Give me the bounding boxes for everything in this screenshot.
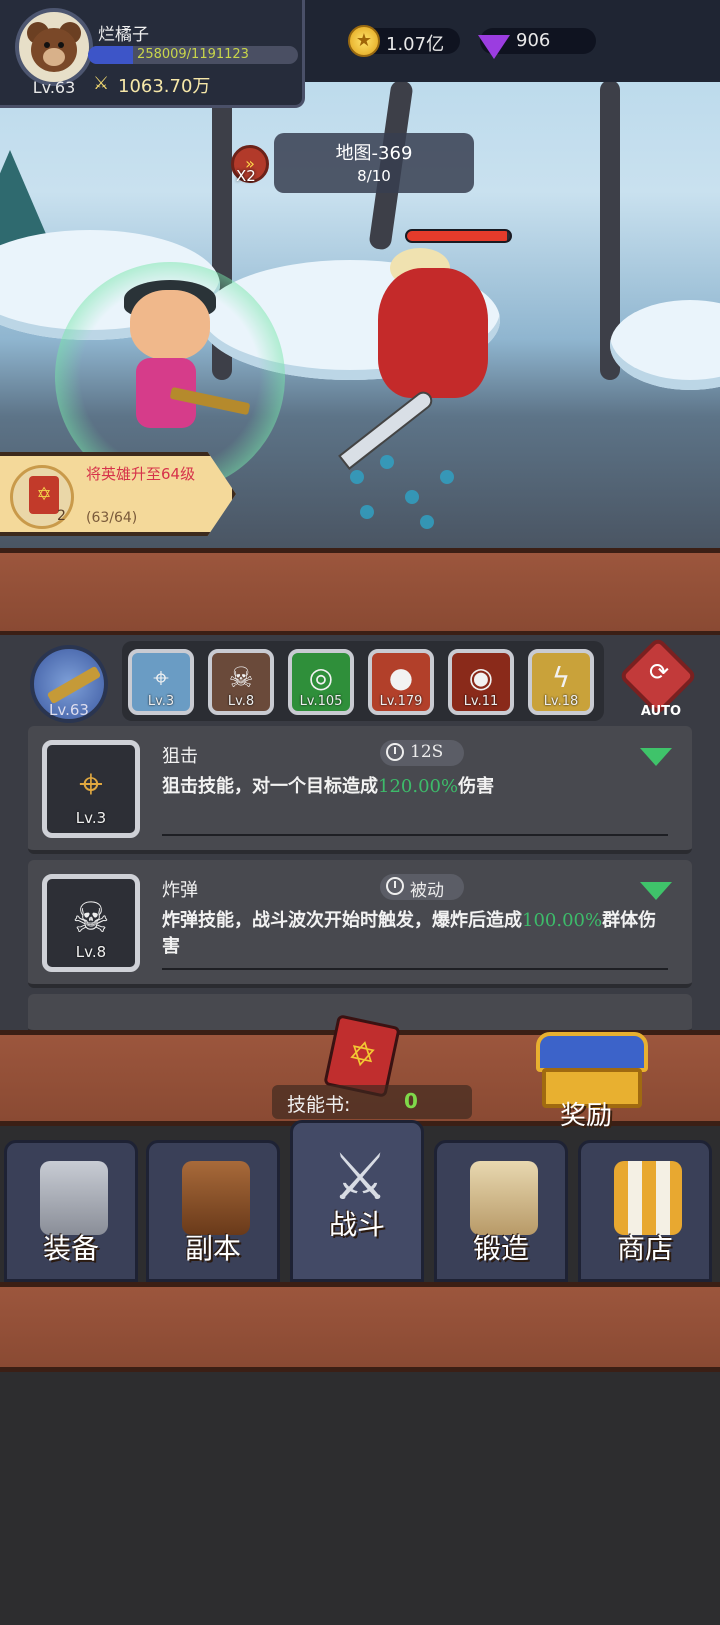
skill-book-label: 技能书: [287, 1094, 351, 1116]
tab-equipment[interactable]: 装备 [4, 1140, 138, 1282]
quest-reward-count: 2 [57, 508, 66, 524]
exp-bar: 258009/1191123 [88, 46, 298, 64]
gold-counter[interactable]: ★ 1.07亿 [348, 25, 460, 57]
shop-icon [614, 1161, 682, 1235]
rifle-icon [46, 665, 102, 705]
skill-slot[interactable]: ● Lv.179 [368, 649, 434, 715]
skill-level: Lv.8 [227, 694, 255, 709]
hero-head [130, 290, 210, 360]
player-level: Lv.63 [32, 78, 76, 97]
wave-progress: 8/10 [357, 167, 391, 185]
wood-divider [0, 548, 720, 636]
bear-eye [44, 42, 50, 48]
cooldown-badge: 12S [380, 740, 464, 766]
skill-book-icon: ✡ [29, 476, 59, 514]
skill-icon: ☠ [228, 661, 254, 694]
player-name: 烂橘子 [98, 25, 149, 45]
map-title: 地图-369 [335, 143, 413, 164]
wood-divider [0, 1282, 720, 1372]
avatar[interactable] [15, 8, 93, 86]
game-screen: » X2 地图-369 8/10 ✡ 2 将英雄升至64级 (63/64) Lv… [0, 0, 720, 1625]
snipe-skill-icon: ⌖ Lv.3 [42, 740, 140, 838]
tab-battle[interactable]: ⚔ 战斗 [290, 1120, 424, 1282]
bomb-skill-icon: ☠ Lv.8 [42, 874, 140, 972]
skill-icon: ◎ [308, 661, 334, 694]
skill-slot[interactable]: ◎ Lv.105 [288, 649, 354, 715]
bottom-nav: 装备 副本 ⚔ 战斗 锻造 商店 [0, 1120, 720, 1282]
skill-icon: ⌖ [153, 661, 169, 694]
cooldown-badge: 被动 [380, 874, 464, 901]
skill-card-snipe[interactable]: ⌖ Lv.3 狙击 12S 狙击技能，对一个目标造成120.00%伤害 [28, 726, 692, 854]
refresh-icon: ⟳ [648, 658, 670, 686]
weapon-level: Lv.63 [49, 701, 89, 719]
gold-amount: 1.07亿 [386, 34, 445, 55]
skill-slot[interactable]: ☠ Lv.8 [208, 649, 274, 715]
map-info: 地图-369 8/10 [274, 133, 474, 193]
player-panel[interactable]: Lv.63 烂橘子 258009/1191123 ⚔ 1063.70万 [0, 0, 305, 108]
skill-name: 狙击 [162, 746, 198, 767]
sword-shield-icon [182, 1161, 250, 1235]
quest-progress: (63/64) [86, 510, 138, 526]
quest-banner[interactable]: ✡ 2 将英雄升至64级 (63/64) [0, 452, 236, 536]
skill-icon: ● [388, 661, 414, 694]
enemy-body [378, 268, 488, 398]
skill-slot[interactable]: ⌖ Lv.3 [128, 649, 194, 715]
cooldown-text: 12S [410, 742, 444, 762]
snow-mound [610, 300, 720, 390]
clock-icon [386, 877, 404, 895]
gold-coin-icon: ★ [348, 25, 380, 57]
gem-icon [478, 35, 510, 59]
reward-label[interactable]: 奖励 [560, 1095, 612, 1132]
skill-description: 炸弹技能，战斗波次开始时触发，爆炸后造成100.00%群体伤害 [162, 910, 657, 957]
skill-slot[interactable]: ◉ Lv.11 [448, 649, 514, 715]
cooldown-text: 被动 [410, 881, 444, 901]
enemy-health-bar [405, 229, 512, 243]
weapon-slot[interactable]: Lv.63 [30, 645, 108, 723]
skill-name: 炸弹 [162, 880, 198, 901]
skill-icon: ϟ [551, 661, 571, 694]
quest-text: 将英雄升至64级 [86, 465, 196, 483]
helmet-icon [40, 1161, 108, 1235]
skill-book-counter: 技能书: 0 [272, 1085, 472, 1119]
skill-slot[interactable]: ϟ Lv.18 [528, 649, 594, 715]
gem-counter[interactable]: 906 [478, 28, 596, 59]
skill-book-count: 0 [404, 1089, 418, 1113]
skill-icon: ◉ [468, 661, 494, 694]
bear-muzzle [43, 48, 65, 66]
hammer-scroll-icon [470, 1161, 538, 1235]
divider [162, 968, 668, 970]
combat-power: 1063.70万 [118, 76, 211, 97]
skill-level: Lv.11 [463, 694, 499, 709]
skill-level: Lv.105 [299, 694, 343, 709]
expand-arrow-icon[interactable] [640, 748, 672, 766]
skill-level: Lv.3 [147, 694, 175, 709]
skill-card-bomb[interactable]: ☠ Lv.8 炸弹 被动 炸弹技能，战斗波次开始时触发，爆炸后造成100.00%… [28, 860, 692, 988]
quest-reward-icon: ✡ 2 [10, 465, 74, 529]
crossed-swords-icon: ⚔ [93, 73, 110, 94]
exp-text: 258009/1191123 [137, 47, 249, 62]
gem-amount: 906 [516, 30, 551, 51]
expand-arrow-icon[interactable] [640, 882, 672, 900]
clock-icon [386, 743, 404, 761]
tab-forge[interactable]: 锻造 [434, 1140, 568, 1282]
bottom-area [0, 1372, 720, 1625]
speed-label: X2 [236, 167, 256, 185]
tab-shop[interactable]: 商店 [578, 1140, 712, 1282]
skill-level: Lv.179 [379, 694, 423, 709]
divider [162, 834, 668, 836]
skill-level: Lv.18 [543, 694, 579, 709]
bear-eye [58, 42, 64, 48]
auto-label: AUTO [640, 704, 682, 719]
skill-description: 狙击技能，对一个目标造成120.00%伤害 [162, 776, 495, 797]
tab-dungeon[interactable]: 副本 [146, 1140, 280, 1282]
